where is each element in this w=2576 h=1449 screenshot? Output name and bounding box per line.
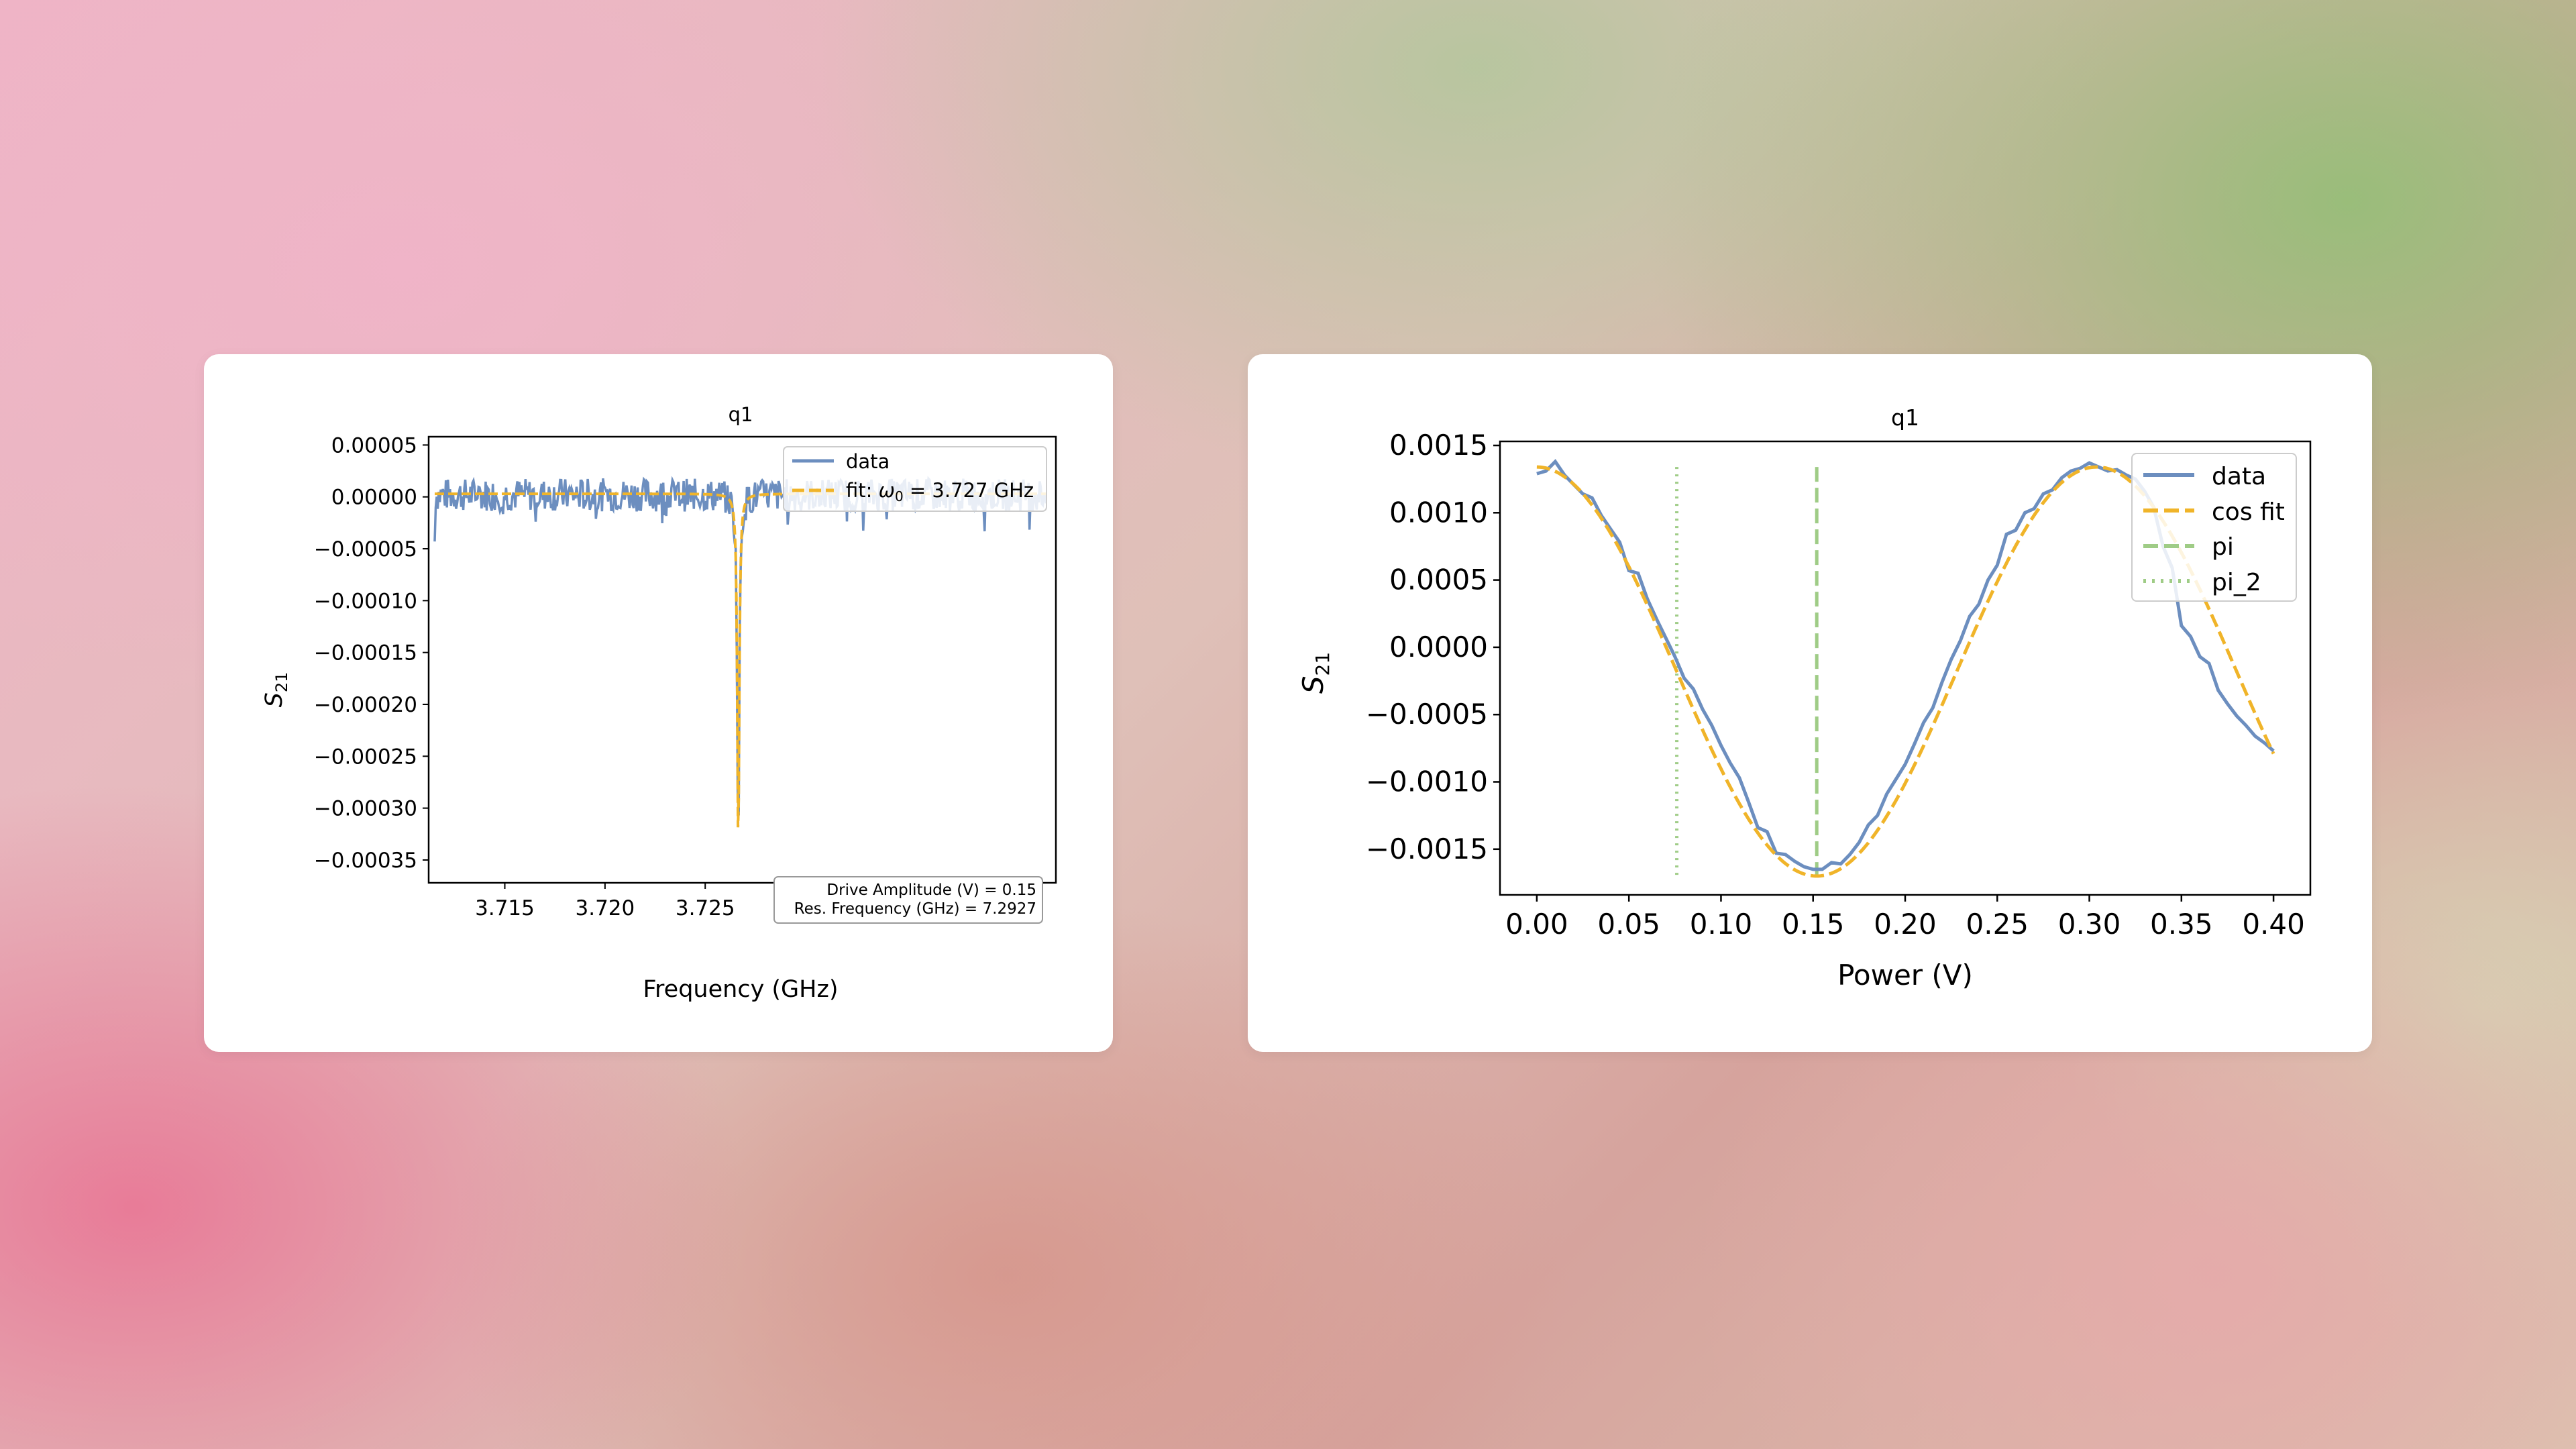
y-tick-label: −0.00015	[314, 641, 417, 665]
chart-title: q1	[1891, 405, 1919, 431]
annotation-res-frequency: Res. Frequency (GHz) = 7.2927	[794, 900, 1036, 918]
y-tick-label: 0.0015	[1389, 429, 1488, 462]
y-tick-label: 0.00000	[331, 486, 417, 510]
x-tick-label: 0.20	[1874, 908, 1937, 941]
legend: data fit: ω0 = 3.727 GHz	[783, 446, 1047, 512]
y-tick-label: −0.0015	[1366, 833, 1488, 865]
x-tick-label: 0.05	[1597, 908, 1660, 941]
y-axis-label: S21	[261, 672, 291, 708]
y-tick-label: 0.0000	[1389, 631, 1488, 663]
annotation-box: Drive Amplitude (V) = 0.15 Res. Frequenc…	[773, 876, 1043, 924]
x-tick-label: 3.725	[676, 896, 735, 920]
y-tick-label: 0.0010	[1389, 496, 1488, 529]
legend: data cos fit pi pi_2	[2131, 453, 2297, 602]
legend-pi-label: pi	[2212, 533, 2234, 561]
x-tick-label: 0.00	[1505, 908, 1568, 941]
x-tick-label: 0.30	[2058, 908, 2121, 941]
legend-fit-label: cos fit	[2212, 498, 2285, 526]
x-tick-label: 0.15	[1782, 908, 1845, 941]
chart-card-resonator: q1 0.00005 0.00000 −0.00005 −0.00010 −0.0001…	[204, 354, 1113, 1052]
x-axis-label: Frequency (GHz)	[643, 976, 838, 1003]
legend-fit-label: fit: ω0 = 3.727 GHz	[846, 479, 1034, 504]
x-tick-label: 0.10	[1690, 908, 1753, 941]
x-tick-label: 3.720	[576, 896, 635, 920]
legend-data-label: data	[846, 450, 890, 473]
chart-card-power-rabi: q1 0.0015 0.0010 0.0005 0.0000 −0.0005 −0.001…	[1248, 354, 2372, 1052]
chart-title: q1	[729, 403, 753, 426]
x-tick-label: 0.40	[2242, 908, 2305, 941]
y-tick-label: 0.0005	[1389, 564, 1488, 596]
x-tick-label: 0.35	[2150, 908, 2213, 941]
x-axis-label: Power (V)	[1837, 959, 1973, 991]
legend-pi2-label: pi_2	[2212, 569, 2261, 596]
y-axis-label: S21	[1297, 652, 1334, 694]
y-tick-label: 0.00005	[331, 433, 417, 458]
plot-area	[433, 476, 1047, 828]
y-tick-label: −0.00035	[314, 849, 417, 873]
legend-data-label: data	[2212, 463, 2266, 490]
annotation-drive-amplitude: Drive Amplitude (V) = 0.15	[826, 881, 1036, 899]
y-axis-ticks: 0.0015 0.0010 0.0005 0.0000 −0.0005 −0.0010 −0…	[1366, 429, 1500, 865]
y-tick-label: −0.0010	[1366, 765, 1488, 798]
x-tick-label: 3.715	[475, 896, 535, 920]
y-tick-label: −0.00010	[314, 589, 417, 613]
resonator-spectroscopy-plot: q1 0.00005 0.00000 −0.00005 −0.00010 −0.0001…	[261, 403, 1057, 1003]
x-axis-ticks: 0.00 0.05 0.10 0.15 0.20 0.25 0.30 0.35 0.40	[1505, 895, 2305, 941]
y-tick-label: −0.0005	[1366, 698, 1488, 731]
y-tick-label: −0.00030	[314, 797, 417, 821]
y-axis-ticks: 0.00005 0.00000 −0.00005 −0.00010 −0.00015 −0…	[314, 433, 429, 873]
y-tick-label: −0.00005	[314, 537, 417, 561]
series-data-line	[433, 476, 1047, 816]
y-tick-label: −0.00025	[314, 745, 417, 769]
y-tick-label: −0.00020	[314, 693, 417, 717]
power-rabi-plot: q1 0.0015 0.0010 0.0005 0.0000 −0.0005 −0.001…	[1297, 405, 2312, 991]
x-tick-label: 0.25	[1966, 908, 2029, 941]
